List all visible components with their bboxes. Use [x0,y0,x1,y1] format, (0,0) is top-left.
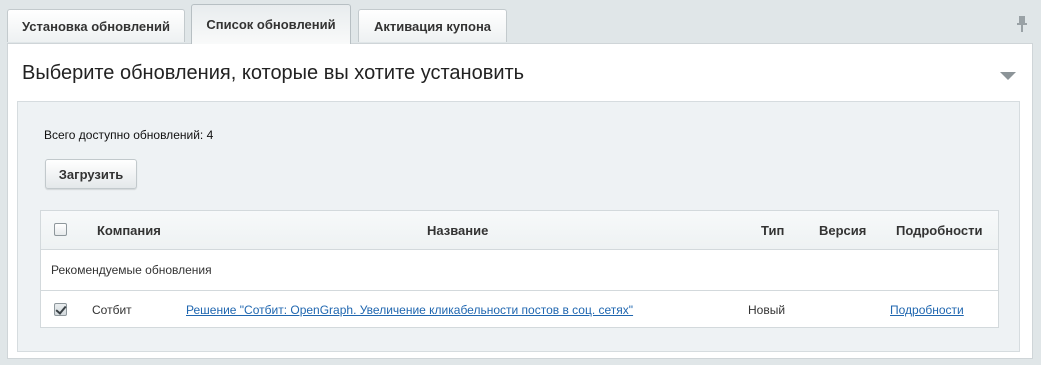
table-header: Компания Название Тип Версия Подробности [41,211,998,250]
cell-company: Сотбит [92,303,132,317]
header-type: Тип [761,223,785,238]
table-row: Сотбит Решение "Сотбит: OpenGraph. Увели… [41,291,998,328]
pin-icon[interactable] [1015,15,1029,33]
panel-body: Всего доступно обновлений: 4 Загрузить К… [17,101,1020,352]
row-checkbox[interactable] [54,303,67,316]
header-details: Подробности [896,223,983,238]
updates-table: Компания Название Тип Версия Подробности… [40,210,999,328]
chevron-down-icon[interactable] [1000,72,1016,80]
total-updates-count: Всего доступно обновлений: 4 [44,128,214,142]
tab-install-updates[interactable]: Установка обновлений [7,9,185,42]
header-company: Компания [97,223,161,238]
group-row: Рекомендуемые обновления [41,250,998,291]
tab-updates-list[interactable]: Список обновлений [191,4,351,44]
header-name: Название [427,223,489,238]
header-version: Версия [819,223,867,238]
tab-coupon-activation[interactable]: Активация купона [358,9,507,42]
updates-panel: Выберите обновления, которые вы хотите у… [7,43,1033,359]
update-name-link[interactable]: Решение "Сотбит: OpenGraph. Увеличение к… [186,303,633,317]
details-link[interactable]: Подробности [890,303,964,317]
panel-title: Выберите обновления, которые вы хотите у… [22,62,525,84]
cell-type: Новый [748,303,786,317]
tab-bar: Установка обновлений Список обновлений А… [0,0,1041,44]
load-button[interactable]: Загрузить [45,159,137,189]
group-label: Рекомендуемые обновления [51,263,212,277]
select-all-checkbox[interactable] [54,223,67,236]
